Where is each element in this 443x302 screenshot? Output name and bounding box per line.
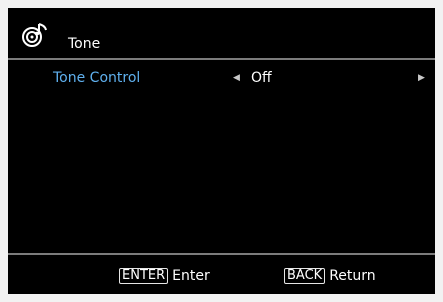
enter-hint[interactable]: ENTER Enter xyxy=(119,267,210,285)
disc-music-icon xyxy=(21,22,49,48)
osd-screen: Tone Tone Control ◀ Off ▶ ENTER Enter BA… xyxy=(8,8,435,294)
enter-label: Enter xyxy=(172,268,210,284)
back-hint[interactable]: BACK Return xyxy=(284,267,376,285)
page-title: Tone xyxy=(68,36,101,52)
arrow-left-icon[interactable]: ◀ xyxy=(233,72,240,84)
back-key[interactable]: BACK xyxy=(284,268,326,284)
header-divider xyxy=(8,58,435,60)
setting-value: Off xyxy=(251,70,272,86)
button-guide: ENTER Enter BACK Return xyxy=(8,255,435,294)
arrow-right-icon[interactable]: ▶ xyxy=(418,72,425,84)
enter-key[interactable]: ENTER xyxy=(119,268,169,284)
setting-row-tone-control[interactable]: Tone Control ◀ Off ▶ xyxy=(8,67,435,89)
menu-header: Tone xyxy=(8,8,435,58)
back-label: Return xyxy=(329,268,376,284)
setting-label: Tone Control xyxy=(53,70,141,86)
